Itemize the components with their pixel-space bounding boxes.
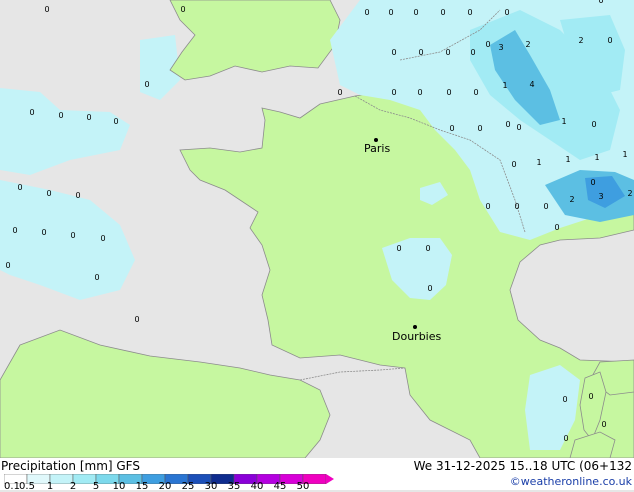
precip-value-marker: 0: [601, 420, 606, 429]
precip-value-marker: 0: [41, 228, 46, 237]
precip-value-marker: 2: [569, 195, 574, 204]
precip-value-marker: 0: [94, 273, 99, 282]
scale-tick-label: 35: [227, 481, 241, 492]
precip-value-marker: 0: [590, 178, 595, 187]
precip-value-marker: 0: [100, 234, 105, 243]
precip-value-marker: 0: [485, 40, 490, 49]
precip-value-marker: 0: [440, 8, 445, 17]
precip-value-marker: 0: [180, 5, 185, 14]
scale-tick-label: 5: [92, 481, 100, 492]
precip-value-marker: 0: [445, 48, 450, 57]
precip-value-marker: 0: [607, 36, 612, 45]
precip-value-marker: 0: [75, 191, 80, 200]
precip-value-marker: 0: [446, 88, 451, 97]
precip-value-marker: 3: [498, 43, 503, 52]
precip-value-marker: 0: [473, 88, 478, 97]
precip-value-marker: 0: [467, 8, 472, 17]
scale-tick-label: 40: [250, 481, 264, 492]
city-label-dourbies: Dourbies: [392, 330, 442, 343]
precip-value-marker: 0: [29, 108, 34, 117]
precip-value-marker: 1: [536, 158, 541, 167]
precip-value-marker: 0: [588, 392, 593, 401]
precip-value-marker: 0: [113, 117, 118, 126]
precip-value-marker: 3: [598, 192, 603, 201]
site-credit[interactable]: ©weatheronline.co.uk: [510, 475, 632, 488]
precip-value-marker: 0: [514, 202, 519, 211]
precip-value-marker: 0: [563, 434, 568, 443]
legend-title: Precipitation [mm] GFS: [1, 459, 140, 473]
precip-value-marker: 0: [516, 123, 521, 132]
precip-value-marker: 0: [58, 111, 63, 120]
precip-value-marker: 1: [561, 117, 566, 126]
scale-tick-label: 0.5: [19, 481, 35, 492]
precip-value-marker: 0: [470, 48, 475, 57]
precip-value-marker: 0: [505, 120, 510, 129]
precip-value-marker: 0: [396, 244, 401, 253]
scale-tick-label: 30: [204, 481, 218, 492]
scale-tick-label: 20: [158, 481, 172, 492]
precip-value-marker: 0: [337, 88, 342, 97]
precip-value-marker: 0: [144, 80, 149, 89]
scale-tick-label: 10: [112, 481, 126, 492]
precip-value-marker: 0: [427, 284, 432, 293]
scale-arrow: [326, 474, 334, 484]
dourbies-dot: [413, 325, 417, 329]
precip-value-marker: 0: [17, 183, 22, 192]
legend-bar: Precipitation [mm] GFS We 31-12-2025 15.…: [0, 458, 634, 492]
scale-tick-label: 15: [135, 481, 149, 492]
precip-value-marker: 0: [12, 226, 17, 235]
precip-value-marker: 0: [5, 261, 10, 270]
scale-tick-label: 25: [181, 481, 195, 492]
precip-value-marker: 0: [504, 8, 509, 17]
precip-value-marker: 0: [543, 202, 548, 211]
map-canvas: 0 0 0 0 0 0 0 0 0 0 0 0 0 0 0 0 0 0 0 0 0 0 0 0 0 0 0 0 0 0 0 0 0 0 0 0 0 0 0 0…: [0, 0, 634, 458]
precip-value-marker: 0: [417, 88, 422, 97]
precip-value-marker: 0: [418, 48, 423, 57]
precip-value-marker: 0: [485, 202, 490, 211]
precip-value-marker: 0: [86, 113, 91, 122]
scale-tick-label: 0.1: [4, 481, 20, 492]
scale-tick-label: 1: [46, 481, 54, 492]
precip-value-marker: 0: [388, 8, 393, 17]
precip-value-marker: 0: [391, 88, 396, 97]
scale-tick-label: 50: [296, 481, 310, 492]
precip-value-marker: 0: [44, 5, 49, 14]
precip-value-marker: 0: [364, 8, 369, 17]
scale-tick-label: 45: [273, 481, 287, 492]
precip-value-marker: 0: [511, 160, 516, 169]
precip-value-marker: 0: [598, 0, 603, 5]
precip-value-marker: 2: [627, 189, 632, 198]
precip-value-marker: 1: [594, 153, 599, 162]
precip-value-marker: 0: [591, 120, 596, 129]
precip-value-marker: 2: [525, 40, 530, 49]
precip-value-marker: 1: [502, 81, 507, 90]
precip-value-marker: 0: [562, 395, 567, 404]
precip-value-marker: 1: [622, 150, 627, 159]
precip-value-marker: 1: [565, 155, 570, 164]
precip-value-marker: 4: [529, 80, 534, 89]
precip-value-marker: 0: [477, 124, 482, 133]
land-britain: [169, 0, 341, 81]
precipitation-map: 0 0 0 0 0 0 0 0 0 0 0 0 0 0 0 0 0 0 0 0 0 0 0 0 0 0 0 0 0 0 0 0 0 0 0 0 0 0 0 0…: [0, 0, 634, 458]
precip-value-marker: 2: [578, 36, 583, 45]
precip-value-marker: 0: [70, 231, 75, 240]
precip-value-marker: 0: [391, 48, 396, 57]
city-label-paris: Paris: [364, 142, 391, 155]
forecast-date: We 31-12-2025 15..18 UTC (06+132: [413, 459, 632, 473]
precip-value-marker: 0: [134, 315, 139, 324]
precip-value-marker: 0: [413, 8, 418, 17]
precip-value-marker: 0: [554, 223, 559, 232]
precip-value-marker: 0: [46, 189, 51, 198]
precip-value-marker: 0: [449, 124, 454, 133]
precip-value-marker: 0: [425, 244, 430, 253]
scale-tick-label: 2: [69, 481, 77, 492]
